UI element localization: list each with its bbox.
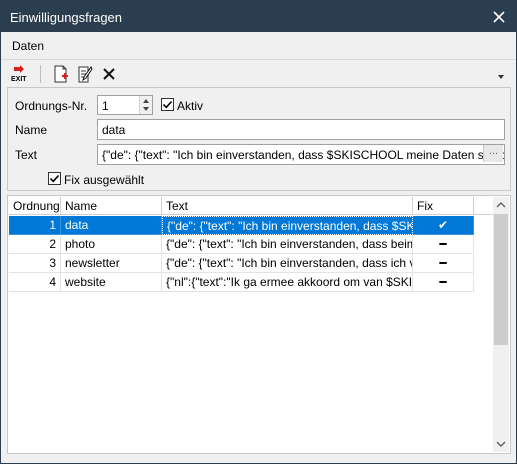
toolbar-separator [40,65,41,83]
text-field-value[interactable]: {"de": {"text": "Ich bin einverstanden, … [102,148,504,162]
cell-ordnung[interactable]: 3 [9,254,61,273]
cell-ordnung[interactable]: 1 [9,216,61,235]
stepper-arrows[interactable] [139,96,152,114]
cell-text[interactable]: {"de": {"text": "Ich bin einverstanden, … [162,235,413,254]
scroll-up-icon [496,202,506,208]
scrollbar-thumb[interactable] [494,214,508,345]
order-stepper[interactable]: 1 [97,95,153,115]
cell-fix-dash-icon[interactable]: ━ [413,254,474,273]
fix-label: Fix ausgewählt [64,173,145,187]
name-field[interactable]: data [97,119,505,140]
close-icon [493,10,505,23]
table-header: Ordnung Name Text Fix [9,197,494,215]
exit-button[interactable]: EXIT [9,63,31,85]
table-row[interactable]: 4 website {"nl":{"text":"Ik ga ermee akk… [9,273,474,292]
scroll-down-icon [496,441,506,447]
active-label: Aktiv [177,99,204,113]
cell-text[interactable]: {"de": {"text": "Ich bin einverstanden, … [162,216,413,235]
order-label: Ordnungs-Nr. [15,99,88,113]
menu-item-daten[interactable]: Daten [12,39,44,53]
delete-icon [103,68,115,80]
window-title: Einwilligungsfragen [10,10,123,25]
text-field[interactable]: {"de": {"text": "Ich bin einverstanden, … [97,144,505,165]
column-header-ordnung[interactable]: Ordnung [9,197,61,215]
delete-button[interactable] [98,63,120,85]
cell-fix-dash-icon[interactable]: ━ [413,273,474,292]
name-label: Name [15,123,48,137]
text-label: Text [15,148,38,162]
column-header-name[interactable]: Name [61,197,162,215]
cell-text[interactable]: {"de": {"text": "Ich bin einverstanden, … [162,254,413,273]
cell-fix-check-icon[interactable]: ✔ [413,216,474,235]
cell-ordnung[interactable]: 2 [9,235,61,254]
text-ellipsis-button[interactable]: ... [483,145,503,162]
column-header-fix[interactable]: Fix [413,197,474,215]
stepper-down-icon[interactable] [143,107,149,111]
new-button[interactable] [50,63,72,85]
scroll-down-button[interactable] [493,436,509,452]
fix-checkbox[interactable] [48,172,61,185]
edit-icon [78,66,93,83]
checkmark-icon [162,100,173,109]
menu-bar: Daten [1,32,516,58]
close-button[interactable] [482,1,516,32]
cell-name[interactable]: newsletter [61,254,162,273]
cell-name[interactable]: photo [61,235,162,254]
table-row[interactable]: 1 data {"de": {"text": "Ich bin einverst… [9,216,474,235]
title-bar[interactable]: Einwilligungsfragen [1,1,516,32]
cell-ordnung[interactable]: 4 [9,273,61,292]
scroll-up-button[interactable] [493,197,509,213]
cell-name[interactable]: website [61,273,162,292]
table-row[interactable]: 3 newsletter {"de": {"text": "Ich bin ei… [9,254,474,273]
edit-form: Ordnungs-Nr. 1 Aktiv Name data Text {"de… [7,87,511,191]
cell-fix-dash-icon[interactable]: ━ [413,235,474,254]
cell-name[interactable]: data [61,216,162,235]
column-header-text[interactable]: Text [162,197,413,215]
toolbar-overflow-icon[interactable] [498,75,504,79]
toolbar: EXIT [1,59,516,87]
stepper-up-icon[interactable] [143,99,149,103]
exit-label: EXIT [11,76,27,83]
questions-table: Ordnung Name Text Fix 1 data {"de": {"te… [7,195,511,454]
new-document-icon [54,65,68,83]
cell-text[interactable]: {"nl":{"text":"Ik ga ermee akkoord om va… [162,273,413,292]
exit-icon: EXIT [11,65,27,83]
edit-button[interactable] [74,63,96,85]
order-value[interactable]: 1 [102,99,109,113]
active-checkbox[interactable] [161,98,174,111]
table-row[interactable]: 2 photo {"de": {"text": "Ich bin einvers… [9,235,474,254]
vertical-scrollbar[interactable] [493,197,509,452]
dialog-window: Einwilligungsfragen Daten EXIT Ordnungs-… [0,0,517,464]
checkmark-icon [49,174,60,183]
